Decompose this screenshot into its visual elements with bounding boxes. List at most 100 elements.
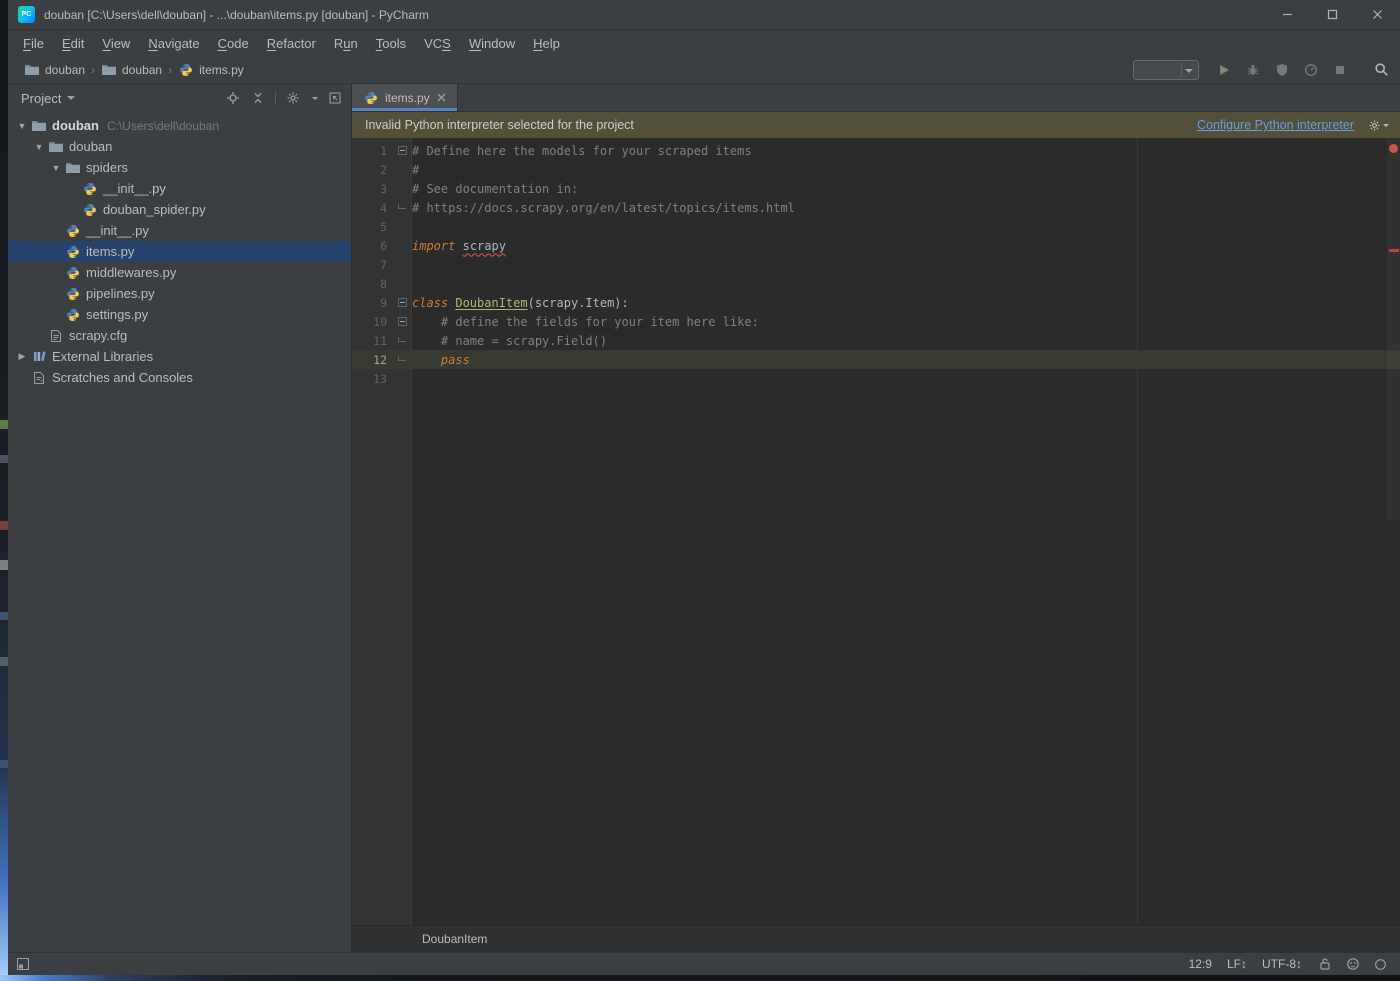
chevron-down-icon[interactable]: ▼ <box>31 142 47 152</box>
run-configuration-select[interactable] <box>1133 60 1199 80</box>
code-line-8[interactable]: 8 <box>352 274 1400 293</box>
error-indicator-icon[interactable] <box>1389 144 1398 153</box>
code-line-10[interactable]: 10 # define the fields for your item her… <box>352 312 1400 331</box>
chevron-down-icon[interactable]: ▼ <box>14 121 30 131</box>
breadcrumb-item-items-py[interactable]: items.py <box>175 60 247 79</box>
locate-icon[interactable] <box>225 90 241 106</box>
python-icon <box>81 202 99 218</box>
minimize-button[interactable] <box>1265 0 1310 30</box>
encoding-widget[interactable]: UTF-8↕ <box>1262 957 1302 971</box>
breadcrumb-class[interactable]: DoubanItem <box>422 932 487 946</box>
project-panel-title[interactable]: Project <box>21 91 61 106</box>
interpreter-warning-banner: Invalid Python interpreter selected for … <box>352 112 1400 138</box>
code-line-9[interactable]: 9class DoubanItem(scrapy.Item): <box>352 293 1400 312</box>
code-line-7[interactable]: 7 <box>352 255 1400 274</box>
menu-item-file[interactable]: File <box>14 33 53 54</box>
code-editor[interactable]: 1# Define here the models for your scrap… <box>352 138 1400 925</box>
tree-item-scrapy-cfg[interactable]: scrapy.cfg <box>8 325 351 346</box>
breadcrumb-item-douban[interactable]: douban <box>21 60 88 79</box>
close-button[interactable] <box>1355 0 1400 30</box>
tree-item-items-py[interactable]: items.py <box>8 241 351 262</box>
fold-marker-icon[interactable] <box>392 359 412 361</box>
structure-breadcrumb-bar: DoubanItem <box>352 925 1400 952</box>
fold-marker-icon[interactable] <box>392 340 412 342</box>
tree-item-init-py[interactable]: __init__.py <box>8 220 351 241</box>
line-number: 1 <box>352 144 392 158</box>
line-separator-widget[interactable]: LF↕ <box>1227 957 1247 971</box>
inspections-icon[interactable] <box>1345 957 1360 972</box>
code-line-11[interactable]: 11 # name = scrapy.Field() <box>352 331 1400 350</box>
tree-item-settings-py[interactable]: settings.py <box>8 304 351 325</box>
run-icon[interactable] <box>1215 61 1233 79</box>
combo-divider <box>1181 63 1182 77</box>
breadcrumb-label: items.py <box>199 63 244 77</box>
code-line-5[interactable]: 5 <box>352 217 1400 236</box>
menu-item-help[interactable]: Help <box>524 33 569 54</box>
menu-item-code[interactable]: Code <box>209 33 258 54</box>
chevron-down-icon <box>312 97 318 100</box>
fold-marker-icon[interactable] <box>392 317 412 326</box>
menu-item-edit[interactable]: Edit <box>53 33 93 54</box>
code-line-12[interactable]: 12 pass <box>352 350 1400 369</box>
folder-icon <box>24 62 40 77</box>
fold-marker-icon[interactable] <box>392 146 412 155</box>
fold-marker-icon[interactable] <box>392 207 412 209</box>
code-line-3[interactable]: 3# See documentation in: <box>352 179 1400 198</box>
chevron-down-icon[interactable]: ▼ <box>48 163 64 173</box>
folder-icon <box>47 139 65 155</box>
tree-item-label: scrapy.cfg <box>69 328 127 343</box>
menu-item-view[interactable]: View <box>93 33 139 54</box>
breadcrumb-separator: › <box>91 63 95 77</box>
tree-item-middlewares-py[interactable]: middlewares.py <box>8 262 351 283</box>
debug-icon[interactable] <box>1244 61 1262 79</box>
code-line-6[interactable]: 6import scrapy <box>352 236 1400 255</box>
collapse-all-icon[interactable] <box>250 90 266 106</box>
chevron-down-icon <box>1383 124 1389 127</box>
gear-icon[interactable] <box>1368 119 1381 132</box>
error-stripe-mark[interactable] <box>1389 249 1399 252</box>
event-log-icon[interactable] <box>1373 957 1388 972</box>
maximize-button[interactable] <box>1310 0 1355 30</box>
project-panel-header: Project <box>8 84 351 112</box>
tree-item-douban[interactable]: ▼doubanC:\Users\dell\douban <box>8 115 351 136</box>
tree-item-path: C:\Users\dell\douban <box>107 119 219 133</box>
tab-items-py[interactable]: items.py <box>352 84 458 111</box>
menu-item-window[interactable]: Window <box>460 33 524 54</box>
tool-window-switcher-icon[interactable] <box>16 957 30 971</box>
code-line-2[interactable]: 2# <box>352 160 1400 179</box>
scrollbar[interactable] <box>1387 138 1400 520</box>
code-line-13[interactable]: 13 <box>352 369 1400 388</box>
menu-item-run[interactable]: Run <box>325 33 367 54</box>
tree-item-pipelines-py[interactable]: pipelines.py <box>8 283 351 304</box>
configure-interpreter-link[interactable]: Configure Python interpreter <box>1197 118 1354 132</box>
code-line-4[interactable]: 4# https://docs.scrapy.org/en/latest/top… <box>352 198 1400 217</box>
search-icon[interactable] <box>1372 61 1390 79</box>
profiler-icon[interactable] <box>1302 61 1320 79</box>
chevron-down-icon <box>1185 69 1193 73</box>
line-number: 7 <box>352 258 392 272</box>
menu-item-tools[interactable]: Tools <box>367 33 415 54</box>
tree-item-spiders[interactable]: ▼spiders <box>8 157 351 178</box>
code-line-1[interactable]: 1# Define here the models for your scrap… <box>352 141 1400 160</box>
hide-icon[interactable] <box>327 90 343 106</box>
tree-item-douban[interactable]: ▼douban <box>8 136 351 157</box>
caret-position-widget[interactable]: 12:9 <box>1189 957 1212 971</box>
menu-item-refactor[interactable]: Refactor <box>258 33 325 54</box>
close-tab-icon[interactable] <box>436 92 448 104</box>
stop-icon[interactable] <box>1331 61 1349 79</box>
menu-item-vcs[interactable]: VCS <box>415 33 460 54</box>
coverage-icon[interactable] <box>1273 61 1291 79</box>
fold-marker-icon[interactable] <box>392 298 412 307</box>
line-number: 11 <box>352 334 392 348</box>
tree-item-init-py[interactable]: __init__.py <box>8 178 351 199</box>
tree-item-scratches-and-consoles[interactable]: Scratches and Consoles <box>8 367 351 388</box>
breadcrumb-item-douban[interactable]: douban <box>98 60 165 79</box>
menu-item-navigate[interactable]: Navigate <box>139 33 208 54</box>
tree-item-douban-spider-py[interactable]: douban_spider.py <box>8 199 351 220</box>
lock-icon[interactable] <box>1317 957 1332 972</box>
folder-icon <box>101 62 117 77</box>
settings-icon[interactable] <box>285 90 301 106</box>
tree-item-external-libraries[interactable]: ▶External Libraries <box>8 346 351 367</box>
chevron-right-icon[interactable]: ▶ <box>14 351 30 362</box>
python-icon <box>64 307 82 323</box>
